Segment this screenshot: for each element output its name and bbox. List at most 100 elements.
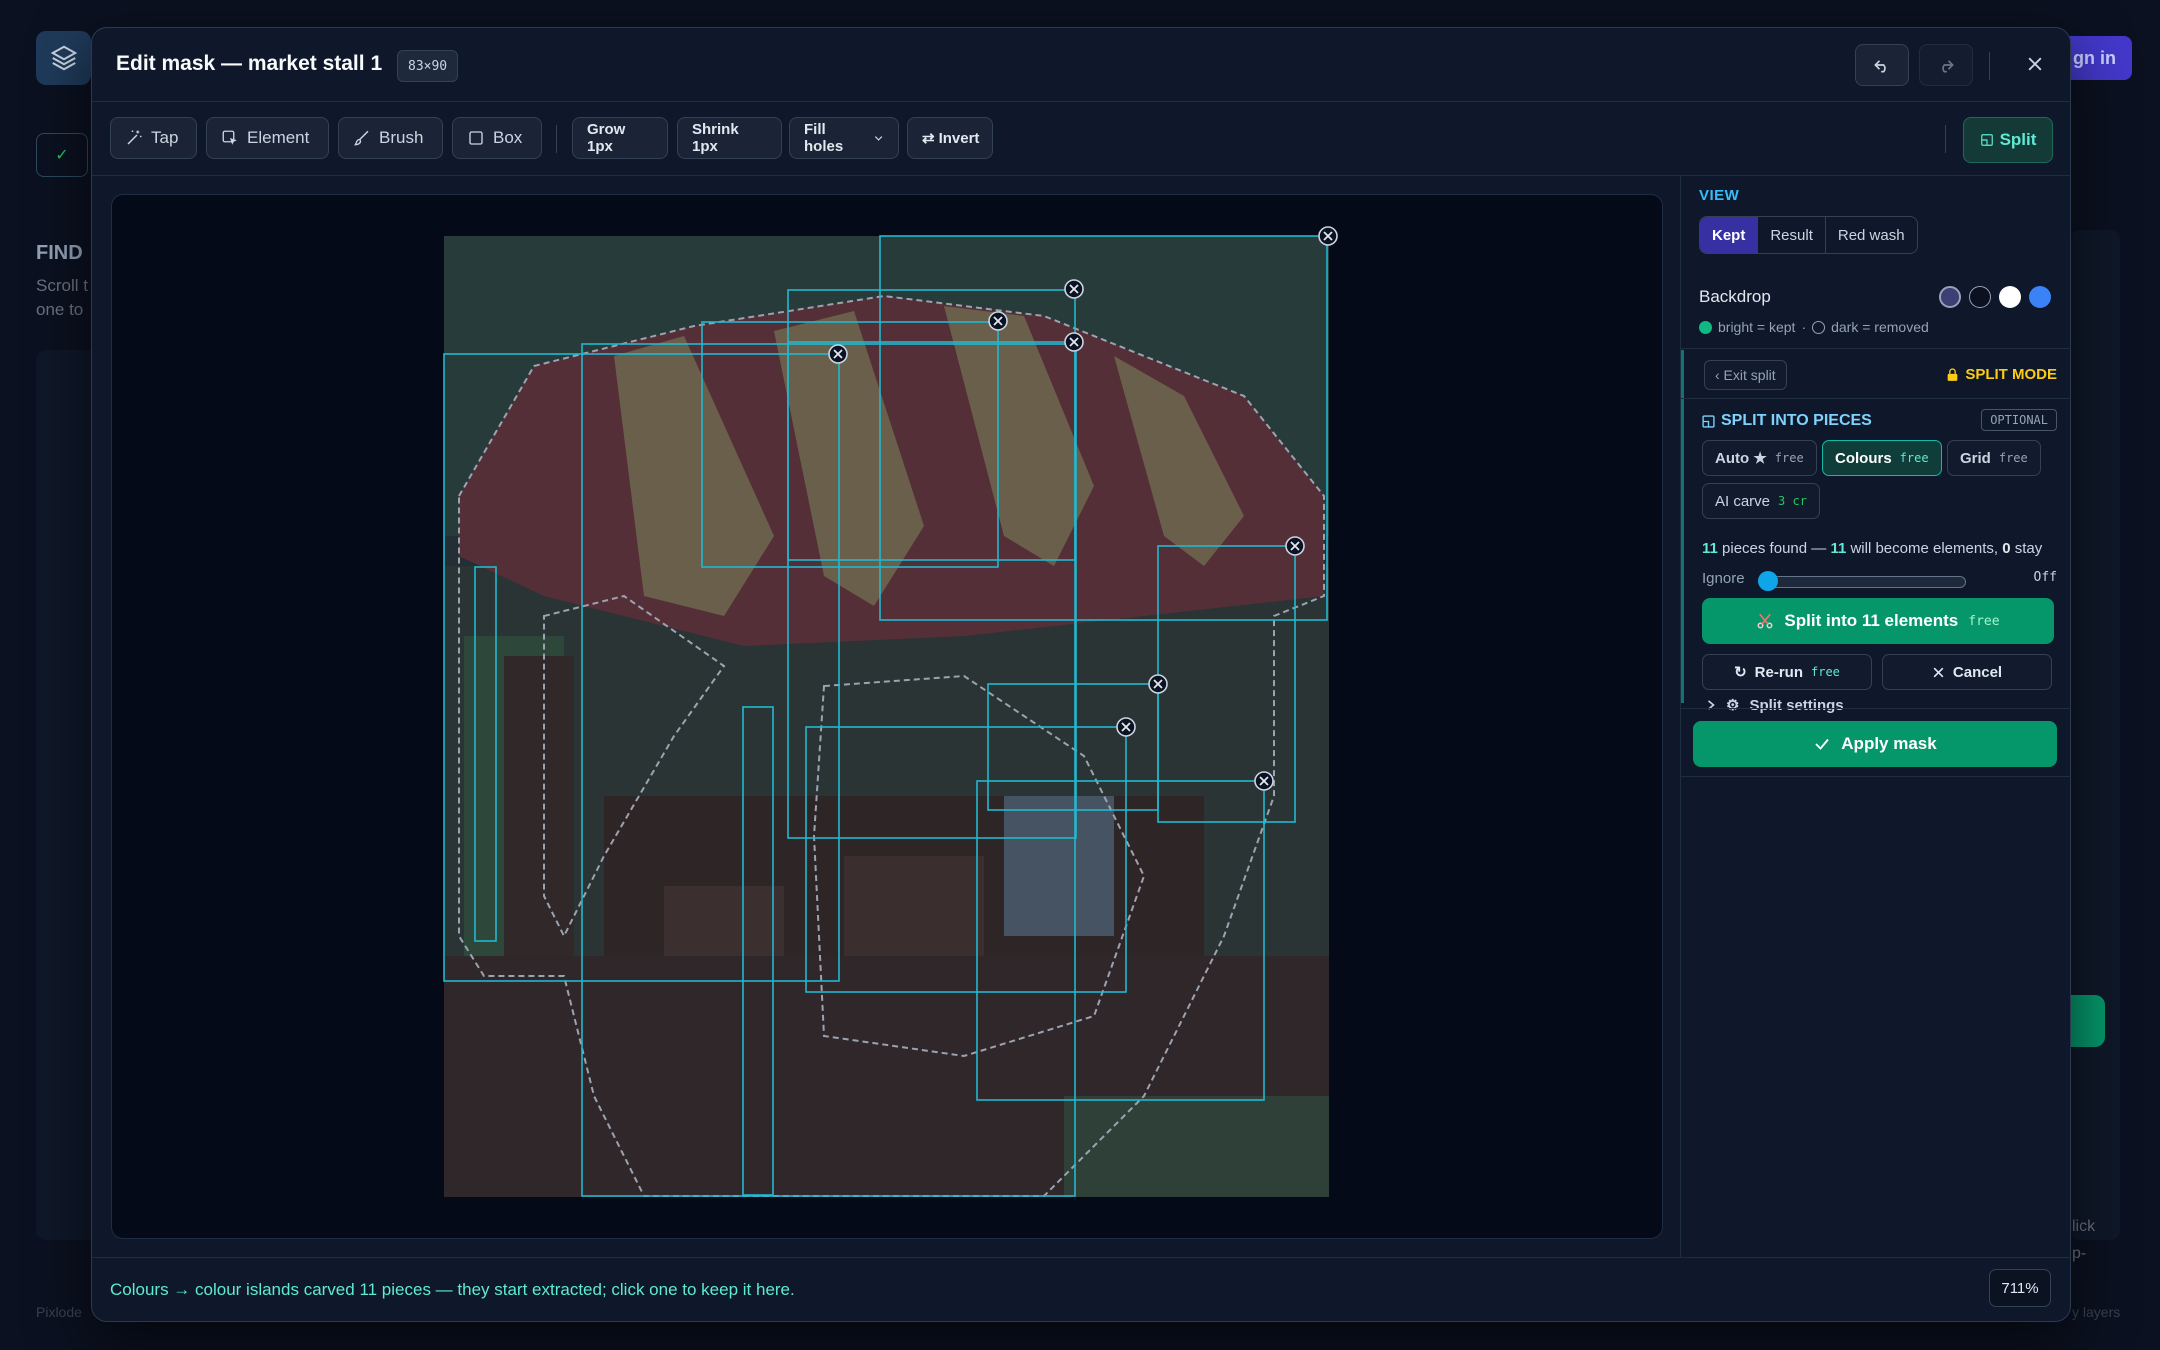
mask-canvas[interactable] [111,194,1663,1239]
element-tool[interactable]: Element [206,117,329,159]
method-auto[interactable]: Auto ★ free [1702,440,1817,476]
split-heading: SPLIT INTO PIECES [1702,412,1872,430]
method-auto-label: Auto ★ [1715,450,1767,467]
refresh-icon: ↻ [1734,664,1747,681]
stay-count: 0 [2002,540,2011,557]
sidebar-divider-3 [1681,776,2071,777]
split-panel: ‹ Exit split SPLIT MODE SPLIT INTO PIECE… [1681,350,2071,714]
magic-wand-icon [127,130,142,145]
rerun-button[interactable]: ↻ Re-run free [1702,654,1872,690]
piece-bbox[interactable] [742,706,774,1196]
lock-icon [1947,367,1958,381]
split-icon [1980,134,1993,146]
box-tool[interactable]: Box [452,117,542,159]
brush-tool-label: Brush [379,128,424,147]
fill-holes-dropdown[interactable]: Fill holes [789,117,899,159]
toolbar-separator [556,125,557,153]
background-footer-right: y layers [2072,1304,2121,1320]
split-mode-button[interactable]: Split [1963,117,2053,163]
piece-bbox[interactable] [787,341,1077,839]
scroll-hint: Scroll t [36,276,88,295]
undo-button[interactable] [1855,44,1909,86]
cancel-split-button[interactable]: Cancel [1882,654,2052,690]
legend-separator: · [1801,319,1807,335]
cancel-label: Cancel [1952,663,2003,681]
backdrop-swatch-blue[interactable] [2029,286,2051,308]
piece-bbox[interactable] [987,683,1159,811]
remove-piece-markers[interactable] [828,226,1338,791]
method-ai-carve[interactable]: AI carve 3 cr [1702,483,1820,519]
split-divider [1681,398,2071,399]
gear-icon: ⚙ [1726,697,1740,714]
found-count: 11 [1702,540,1718,557]
invert-label: Invert [938,129,980,147]
app-logo[interactable] [36,31,91,85]
piece-bbox[interactable] [443,353,840,982]
split-mode-indicator: SPLIT MODE [1946,366,2057,383]
invert-button[interactable]: ⇄ Invert [907,117,993,159]
redo-button[interactable] [1919,44,1973,86]
view-mode-result[interactable]: Result [1758,217,1826,253]
mask-legend: bright = kept · dark = removed [1699,319,1929,335]
brush-icon [353,130,369,146]
swap-icon: ⇄ [922,130,935,147]
elements-count: 11 [1830,540,1847,557]
split-action-tag: free [1968,613,2000,629]
piece-bbox[interactable] [879,235,1328,621]
removed-dot [1812,320,1826,334]
rerun-tag: free [1811,665,1840,679]
method-colours[interactable]: Colours free [1822,440,1942,476]
background-footer-left: Pixlode [36,1304,82,1320]
split-pieces-icon [1702,414,1715,428]
tap-tool[interactable]: Tap [110,117,197,159]
shrink-button[interactable]: Shrink 1px [677,117,782,159]
chevron-right-icon [1707,700,1715,710]
method-grid-tag: free [1998,451,2028,465]
size-badge: 83×90 [397,50,459,82]
found-text-1: pieces found — [1722,540,1827,557]
method-grid[interactable]: Grid free [1947,440,2041,476]
ignore-slider-thumb[interactable] [1758,571,1778,591]
grow-button[interactable]: Grow 1px [572,117,668,159]
modal-footer: Colours → colour islands carved 11 piece… [92,1257,2070,1322]
view-mode-red-wash[interactable]: Red wash [1826,217,1917,253]
element-select-icon [222,130,237,145]
close-button[interactable] [2017,46,2053,82]
edit-mask-modal: Edit mask — market stall 1 83×90 Tap Ele… [91,27,2071,1322]
piece-bbox[interactable] [581,343,1076,1197]
side-hint-2: p- [2072,1245,2087,1262]
split-action-label: Split into 11 elements [1784,611,1959,630]
backdrop-swatch-indigo[interactable] [1939,286,1961,308]
find-heading: FIND [36,242,83,264]
found-text-3: stay [2014,540,2043,557]
layers-icon [50,45,77,71]
exit-split-button[interactable]: ‹ Exit split [1704,360,1787,390]
method-ai-carve-cost: 3 cr [1778,494,1807,508]
zoom-indicator[interactable]: 711% [1989,1269,2051,1307]
check-button[interactable]: ✓ [36,133,88,177]
split-into-elements-button[interactable]: Split into 11 elements free [1702,598,2054,644]
legend-removed: dark = removed [1831,319,1929,335]
piece-bbox[interactable] [474,566,497,942]
close-icon [1933,667,1944,677]
method-ai-carve-label: AI carve [1715,492,1771,510]
backdrop-swatch-white[interactable] [1999,286,2021,308]
box-tool-label: Box [493,128,523,147]
split-settings-toggle[interactable]: ⚙ Split settings [1706,696,1844,714]
piece-bbox[interactable] [805,726,1127,993]
piece-bbox[interactable] [976,780,1265,1101]
close-icon [2028,57,2042,71]
pieces-found-text: 11 pieces found — 11 will become element… [1702,540,2042,557]
ignore-slider-track[interactable] [1762,576,1966,588]
background-green-button[interactable] [2070,995,2105,1047]
apply-mask-button[interactable]: Apply mask [1693,721,2057,767]
toolbar-separator-right [1945,125,1946,153]
backdrop-swatch-dark[interactable] [1969,286,1991,308]
chevron-down-icon [874,136,883,141]
pieces-overlay [443,226,1338,1197]
one-hint: one to [36,300,84,319]
piece-bbox[interactable] [701,321,999,568]
piece-bbox[interactable] [787,289,1076,561]
view-mode-kept[interactable]: Kept [1700,217,1759,253]
brush-tool[interactable]: Brush [338,117,443,159]
